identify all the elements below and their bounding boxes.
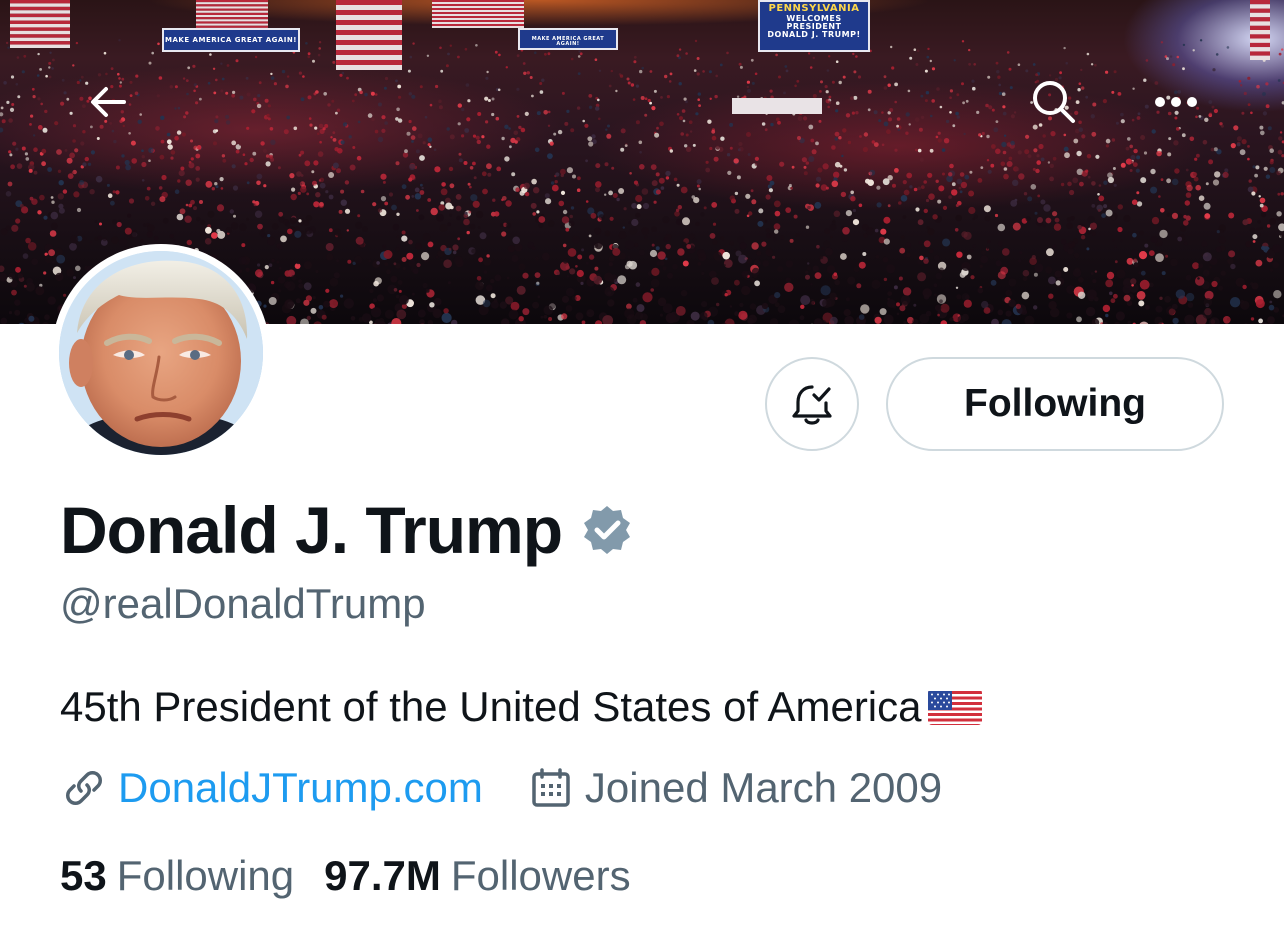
notifications-toggle-button[interactable] bbox=[765, 357, 859, 451]
portrait-illustration bbox=[59, 251, 263, 455]
website-link-text[interactable]: DonaldJTrump.com bbox=[118, 764, 483, 812]
flag-decoration bbox=[1250, 0, 1270, 60]
stage-decoration bbox=[732, 98, 822, 114]
link-icon bbox=[60, 764, 108, 812]
back-button[interactable] bbox=[78, 72, 138, 132]
followers-count: 97.7M bbox=[324, 852, 441, 899]
display-name: Donald J. Trump bbox=[60, 493, 563, 567]
display-name-row: Donald J. Trump bbox=[60, 490, 634, 570]
user-handle: @realDonaldTrump bbox=[60, 580, 426, 627]
followers-count-link[interactable]: 97.7M Followers bbox=[324, 852, 630, 900]
avatar[interactable] bbox=[52, 244, 270, 462]
followers-label: Followers bbox=[450, 852, 631, 899]
us-flag-icon bbox=[927, 689, 982, 725]
flag-decoration bbox=[196, 0, 268, 30]
avatar-image bbox=[59, 251, 263, 455]
joined-date: Joined March 2009 bbox=[527, 764, 942, 812]
rally-sign-stage-line4: DONALD J. TRUMP! bbox=[767, 30, 861, 40]
flag-decoration bbox=[432, 0, 524, 28]
rally-sign-stage-line1: PENNSYLVANIA bbox=[768, 3, 860, 14]
rally-sign-left-text: MAKE AMERICA GREAT AGAIN! bbox=[165, 36, 297, 44]
following-button[interactable]: Following bbox=[886, 357, 1224, 451]
bio: 45th President of the United States of A… bbox=[60, 683, 982, 731]
calendar-icon bbox=[527, 764, 575, 812]
bio-text: 45th President of the United States of A… bbox=[60, 683, 922, 730]
rally-sign-middle: MAKE AMERICA GREAT AGAIN! bbox=[518, 28, 618, 50]
following-count: 53 bbox=[60, 852, 107, 899]
profile-meta: DonaldJTrump.com Joined March 2009 bbox=[60, 762, 942, 814]
bell-check-icon bbox=[792, 385, 832, 425]
joined-date-text: Joined March 2009 bbox=[584, 764, 943, 811]
more-options-button[interactable] bbox=[1146, 72, 1206, 132]
website-link[interactable]: DonaldJTrump.com bbox=[60, 764, 483, 812]
search-button[interactable] bbox=[1024, 72, 1084, 132]
search-icon bbox=[1033, 81, 1075, 123]
flag-decoration bbox=[336, 0, 402, 70]
arrow-left-icon bbox=[91, 87, 126, 117]
rally-sign-left: MAKE AMERICA GREAT AGAIN! bbox=[162, 28, 300, 52]
follow-stats: 53 Following 97.7M Followers bbox=[60, 850, 631, 902]
following-label: Following bbox=[116, 852, 295, 899]
more-horizontal-icon bbox=[1155, 97, 1197, 107]
verified-badge-icon[interactable] bbox=[580, 503, 634, 557]
rally-sign-middle-text: MAKE AMERICA GREAT AGAIN! bbox=[531, 36, 605, 48]
rally-sign-stage: PENNSYLVANIA WELCOMES PRESIDENT DONALD J… bbox=[758, 0, 870, 52]
flag-decoration bbox=[10, 0, 70, 48]
following-count-link[interactable]: 53 Following bbox=[60, 852, 294, 900]
profile-page: MAKE AMERICA GREAT AGAIN! MAKE AMERICA G… bbox=[0, 0, 1284, 932]
